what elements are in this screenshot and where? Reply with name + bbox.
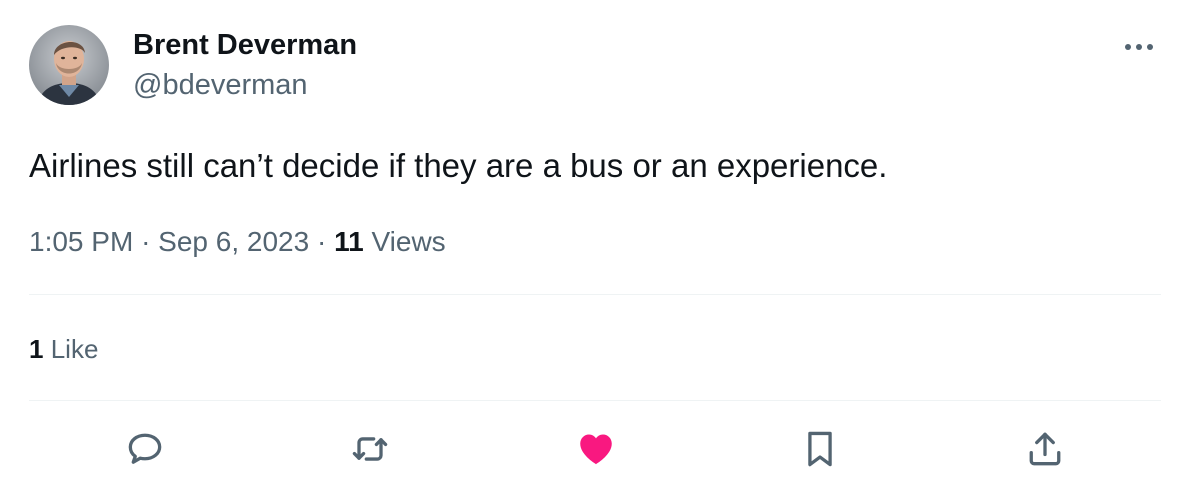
tweet-meta: 1:05 PM · Sep 6, 2023 · 11 Views xyxy=(29,224,446,260)
likes-count: 1 xyxy=(29,334,44,364)
bookmark-button[interactable] xyxy=(795,424,845,474)
meta-separator: · xyxy=(141,226,151,257)
person-photo-avatar-icon xyxy=(29,25,109,105)
repost-button[interactable] xyxy=(345,424,395,474)
divider xyxy=(29,294,1161,295)
views-label: Views xyxy=(371,226,446,257)
reply-button[interactable] xyxy=(120,424,170,474)
tweet-text: Airlines still can’t decide if they are … xyxy=(29,147,888,184)
divider xyxy=(29,400,1161,401)
author-handle[interactable]: @bdeverman xyxy=(133,68,308,102)
tweet-date[interactable]: Sep 6, 2023 xyxy=(158,226,309,257)
share-button[interactable] xyxy=(1020,424,1070,474)
avatar[interactable] xyxy=(29,25,109,105)
heart-icon xyxy=(580,434,612,465)
repost-arrows-icon xyxy=(352,437,388,461)
author-display-name[interactable]: Brent Deverman xyxy=(133,28,357,62)
more-horizontal-icon xyxy=(1125,44,1153,50)
like-button[interactable] xyxy=(571,424,621,474)
likes-stat[interactable]: 1 Like xyxy=(29,332,98,366)
more-button[interactable] xyxy=(1122,34,1156,60)
reply-bubble-icon xyxy=(128,433,162,464)
meta-separator: · xyxy=(316,226,327,257)
share-upload-icon xyxy=(1029,432,1061,466)
tweet-time[interactable]: 1:05 PM xyxy=(29,226,133,257)
views-count: 11 xyxy=(334,226,364,257)
likes-label: Like xyxy=(50,334,99,364)
bookmark-icon xyxy=(808,431,832,467)
